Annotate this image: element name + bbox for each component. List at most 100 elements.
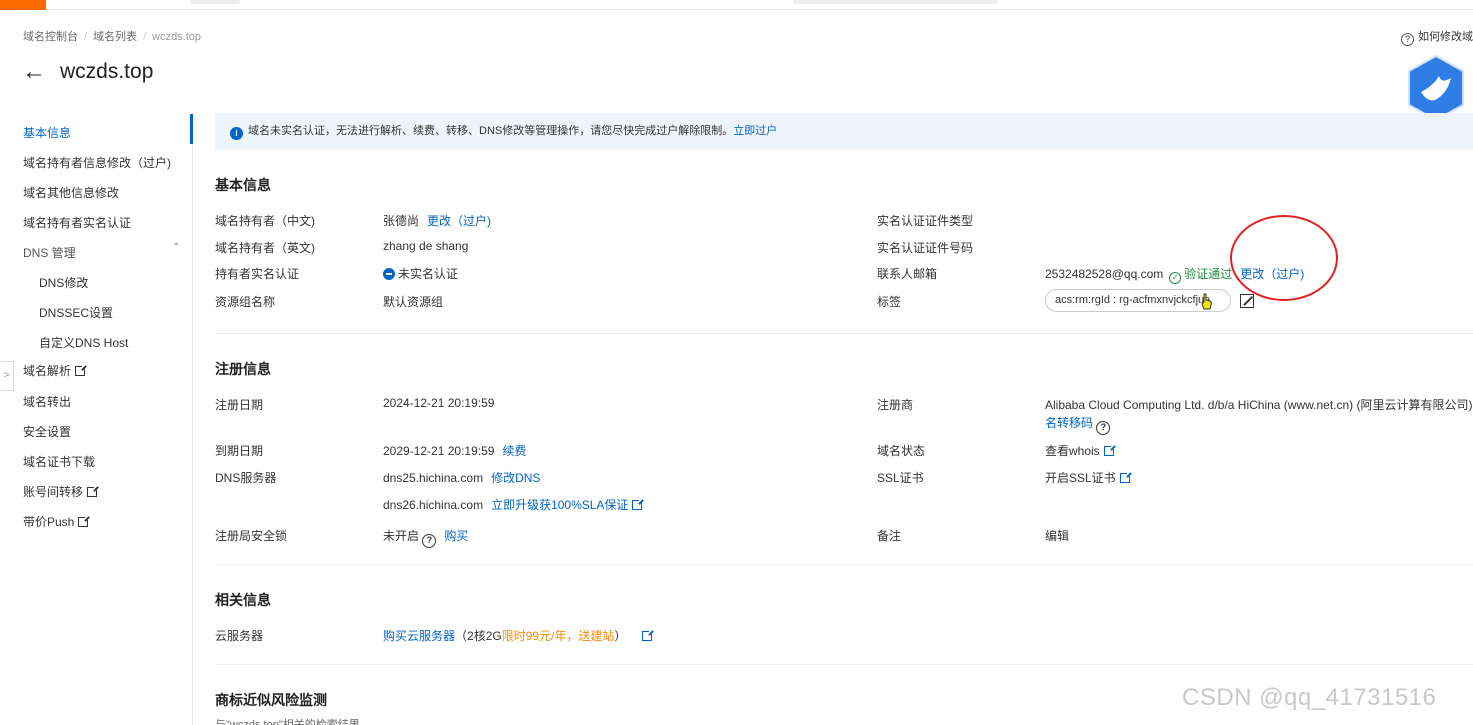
transfer-now-link[interactable]: 立即过户 (733, 125, 777, 137)
owner-cn-text: 张德尚 (383, 214, 420, 228)
help-circle-icon: ? (1401, 33, 1414, 46)
edit-icon[interactable] (1240, 294, 1254, 308)
brand-logo[interactable] (0, 0, 46, 10)
dns-server-2-text: dns26.hichina.com (383, 498, 484, 512)
dns-server-1: dns25.hichina.com 修改DNS (383, 469, 540, 486)
sidebar-item-other-info[interactable]: 域名其他信息修改 (23, 184, 119, 201)
breadcrumb-domain-list[interactable]: 域名列表 (93, 31, 137, 43)
realname-status-text: 未实名认证 (398, 267, 459, 281)
dns-server-1-text: dns25.hichina.com (383, 471, 484, 485)
sidebar-item-label: 带价Push (23, 515, 75, 529)
tag-label: 标签 (877, 295, 902, 309)
sidebar-item-security[interactable]: 安全设置 (23, 423, 71, 440)
edit-remark-link[interactable]: 编辑 (1045, 527, 1069, 544)
notice-banner: i 域名未实名认证，无法进行解析、续费、转移、DNS修改等管理操作，请您尽快完成过… (215, 113, 1473, 150)
sidebar-item-transfer-out[interactable]: 域名转出 (23, 393, 71, 410)
sidebar-item-dns-modify[interactable]: DNS修改 (39, 274, 88, 291)
external-link-icon (87, 485, 100, 497)
section-title-related: 相关信息 (215, 592, 271, 608)
transfer-code-row: 名转移码 ? (1045, 414, 1111, 435)
domain-status-label: 域名状态 (877, 444, 926, 458)
page-header: ← wczds.top (22, 60, 153, 84)
reg-date-value: 2024-12-21 20:19:59 (383, 396, 495, 410)
sidebar-item-price-push[interactable]: 带价Push (23, 513, 91, 530)
owner-cn-value: 张德尚 更改（过户) (383, 212, 491, 229)
upgrade-sla-link[interactable]: 立即升级获100%SLA保证 (491, 498, 645, 512)
dns-server-label: DNS服务器 (215, 471, 277, 485)
ecs-value: 购买云服务器（2核2G限时99元/年，送建站） (383, 627, 654, 644)
sidebar-item-certificate-download[interactable]: 域名证书下载 (23, 453, 95, 470)
breadcrumb-domain-console[interactable]: 域名控制台 (23, 31, 78, 43)
sidebar-collapse-toggle[interactable]: > (0, 361, 14, 391)
exp-date-label: 到期日期 (215, 444, 264, 458)
transfer-code-link[interactable]: 名转移码 (1045, 416, 1093, 430)
view-whois-link[interactable]: 查看whois (1045, 442, 1116, 459)
realname-label: 持有者实名认证 (215, 267, 300, 281)
realname-status-link[interactable]: 未实名认证 (383, 265, 458, 282)
sidebar-item-owner-change[interactable]: 域名持有者信息修改（过户) (23, 154, 171, 171)
upgrade-sla-label: 立即升级获100%SLA保证 (491, 498, 629, 512)
exp-date-value: 2029-12-21 20:19:59 续费 (383, 442, 526, 459)
top-nav-pill[interactable] (190, 0, 240, 4)
watermark: CSDN @qq_41731516 (1182, 684, 1437, 711)
trademark-subtitle: 与"wczds.top"相关的检索结果 (215, 719, 360, 725)
registrar-value: Alibaba Cloud Computing Ltd. d/b/a HiChi… (1045, 396, 1473, 413)
external-link-icon (632, 498, 645, 510)
enable-ssl-link[interactable]: 开启SSL证书 (1045, 469, 1132, 486)
external-link-icon (78, 515, 91, 527)
notice-text: 域名未实名认证，无法进行解析、续费、转移、DNS修改等管理操作，请您尽快完成过户… (248, 125, 734, 137)
email-text: 2532482528@qq.com (1045, 267, 1164, 281)
section-title-register: 注册信息 (215, 361, 271, 377)
renew-link[interactable]: 续费 (502, 444, 526, 458)
sidebar-item-basic-info[interactable]: 基本信息 (23, 124, 71, 141)
ecs-label: 云服务器 (215, 629, 264, 643)
breadcrumb-current: wczds.top (152, 31, 202, 43)
reg-date-label: 注册日期 (215, 398, 264, 412)
modify-dns-link[interactable]: 修改DNS (491, 471, 540, 485)
resource-group-label: 资源组名称 (215, 295, 276, 309)
section-title-basic: 基本信息 (215, 177, 271, 193)
question-circle-icon[interactable]: ? (422, 534, 437, 548)
sidebar-item-dns-management[interactable]: DNS 管理 (23, 244, 76, 261)
ssl-label: SSL证书 (877, 471, 924, 485)
external-link-icon (75, 364, 88, 376)
check-circle-icon: ✓ (1169, 272, 1182, 284)
external-link-icon[interactable] (641, 629, 654, 641)
registry-lock-value: 未开启 ? 购买 (383, 527, 468, 548)
buy-lock-link[interactable]: 购买 (444, 529, 468, 543)
assistant-bird-icon[interactable] (1405, 54, 1467, 122)
buy-ecs-link[interactable]: 购买云服务器 (383, 629, 455, 643)
registrar-label: 注册商 (877, 398, 914, 412)
resource-group-value: 默认资源组 (383, 295, 444, 309)
cert-type-label: 实名认证证件类型 (877, 214, 974, 228)
enable-ssl-label: 开启SSL证书 (1045, 471, 1116, 485)
owner-en-label: 域名持有者（英文) (215, 241, 315, 255)
external-link-icon (1103, 444, 1116, 456)
chevron-up-icon[interactable]: ⌃ (172, 242, 180, 253)
sidebar-item-dnssec[interactable]: DNSSEC设置 (39, 304, 113, 321)
owner-cn-change-link[interactable]: 更改（过户) (427, 214, 491, 228)
sidebar-item-dns-resolve[interactable]: 域名解析 (23, 362, 88, 379)
email-label: 联系人邮箱 (877, 267, 938, 281)
hand-cursor-icon (1201, 293, 1212, 310)
divider (215, 564, 1473, 565)
sidebar-item-label: 域名解析 (23, 364, 72, 378)
verified-text: 验证通过 (1184, 267, 1233, 281)
sidebar-item-account-transfer[interactable]: 账号间转移 (23, 483, 100, 500)
ecs-promo: 限时99元/年，送建站 (501, 629, 615, 643)
help-link[interactable]: ? 如何修改域 (1401, 28, 1473, 46)
minus-circle-icon (383, 268, 395, 280)
sidebar-item-realname[interactable]: 域名持有者实名认证 (23, 214, 131, 231)
question-circle-icon[interactable]: ? (1096, 421, 1111, 435)
annotation-circle (1230, 215, 1338, 301)
top-search-bar[interactable] (793, 0, 998, 4)
sidebar-item-label: 账号间转移 (23, 485, 84, 499)
top-nav-bar (0, 0, 1473, 10)
back-arrow-icon[interactable]: ← (22, 60, 46, 84)
view-whois-label: 查看whois (1045, 444, 1100, 458)
sidebar-item-custom-dns-host[interactable]: 自定义DNS Host (39, 334, 128, 351)
exp-date-text: 2029-12-21 20:19:59 (383, 444, 495, 458)
registrar-text: Alibaba Cloud Computing Ltd. d/b/a HiChi… (1045, 398, 1473, 412)
page-title: wczds.top (60, 60, 154, 83)
section-title-trademark: 商标近似风险监测 (215, 692, 327, 708)
